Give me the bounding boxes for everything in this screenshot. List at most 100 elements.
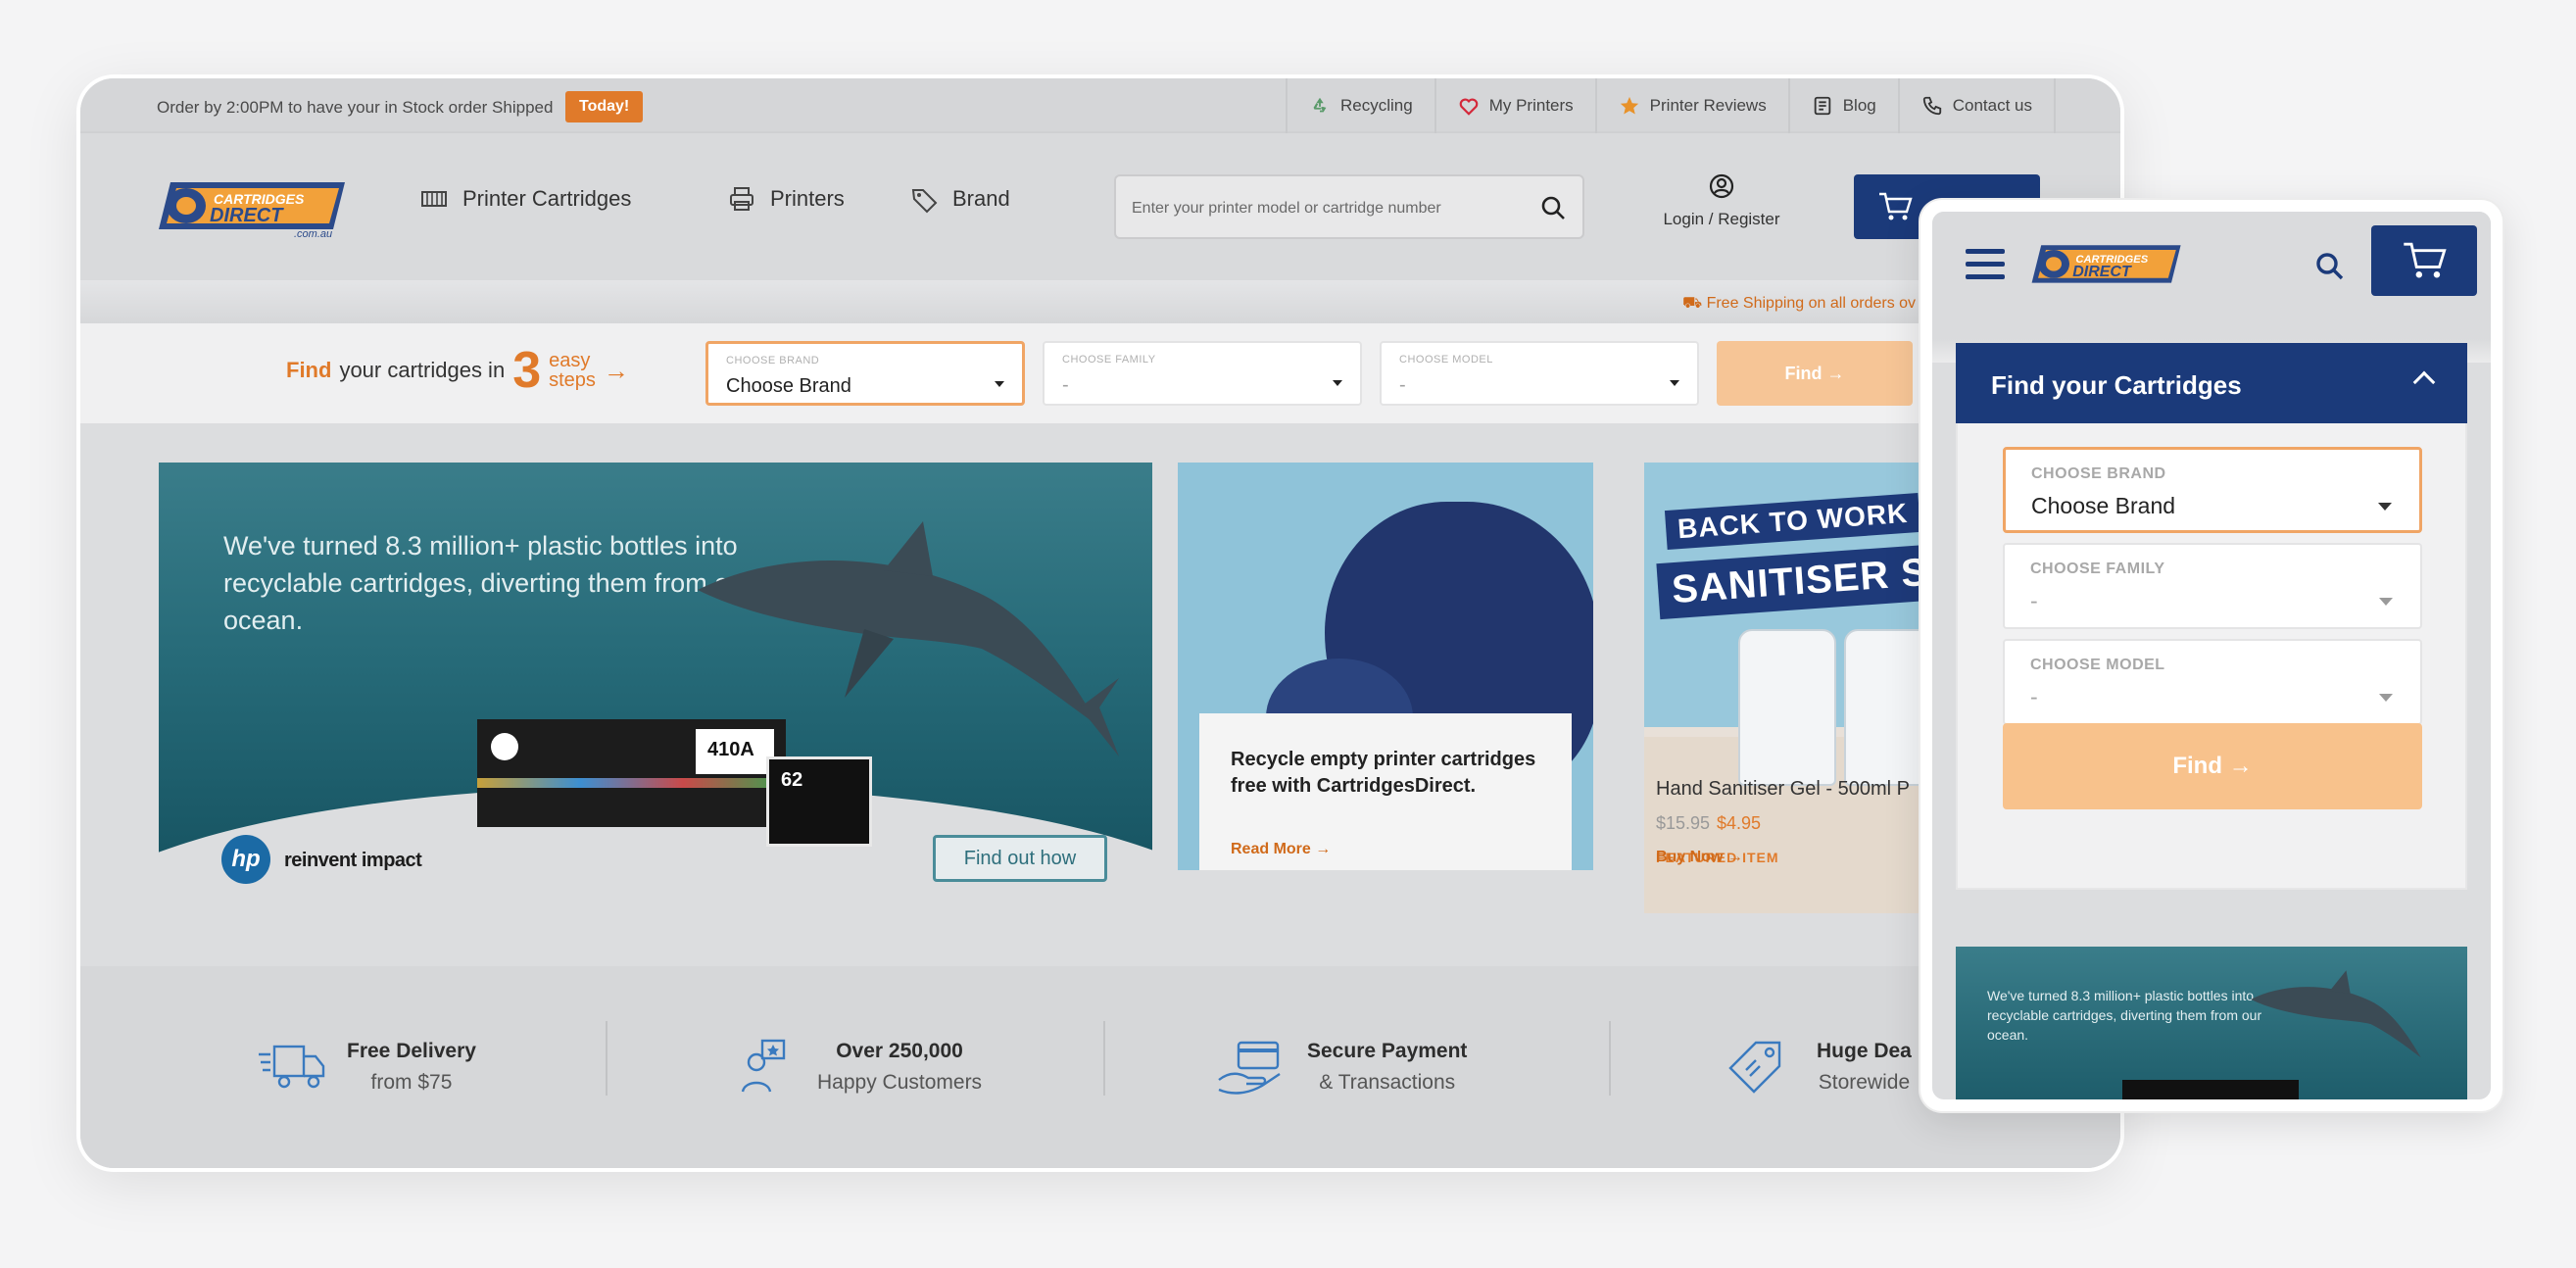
mobile-header: CARTRIDGES DIRECT: [1932, 212, 2491, 339]
hp-logo-icon: [491, 733, 518, 760]
blog-icon: [1814, 96, 1830, 116]
nav-brand[interactable]: Brand: [909, 184, 1010, 214]
nav-printer-cartridges[interactable]: Printer Cartridges: [419, 184, 631, 214]
cart-button[interactable]: [2371, 225, 2477, 296]
choose-brand-caption: CHOOSE BRAND: [726, 355, 820, 366]
search-placeholder: Enter your printer model or cartridge nu…: [1132, 200, 1441, 217]
chevron-down-icon: [1333, 380, 1342, 386]
hero-banner[interactable]: We've turned 8.3 million+ plastic bottle…: [159, 463, 1152, 905]
recycle-promo-card: Recycle empty printer cartridges free wi…: [1199, 713, 1572, 870]
search-icon[interactable]: [1539, 194, 1567, 221]
cartridge-finder: Find your cartridges in 3 easy steps → C…: [80, 323, 2120, 423]
find-button[interactable]: Find →: [1717, 341, 1913, 406]
feature-title: Over 250,000: [836, 1040, 963, 1062]
feature-free-delivery: Free Delivery from $75: [257, 966, 476, 1168]
cartridge-model-text: 410A: [707, 739, 754, 760]
find-cartridges-panel: CHOOSE BRAND Choose Brand CHOOSE FAMILY …: [1956, 423, 2467, 890]
cart-icon: [1879, 192, 1913, 220]
hp-62-cartridge-image: 62: [766, 756, 872, 847]
hp-410a-cartridge-image: 410A: [477, 719, 786, 827]
featured-item-new-price: $4.95: [1717, 813, 1762, 833]
cartridge-stripe: [477, 778, 786, 788]
choose-brand-select[interactable]: CHOOSE BRAND Choose Brand: [2003, 447, 2422, 533]
featured-item-promo[interactable]: BACK TO WORK SANITISER SA FEATURED ITEM …: [1644, 463, 1938, 913]
feature-strip: Free Delivery from $75 Over 250,000 Happy …: [80, 966, 2120, 1168]
choose-brand-select[interactable]: CHOOSE BRAND Choose Brand: [705, 341, 1025, 406]
hamburger-menu-icon[interactable]: [1966, 249, 2005, 280]
hp-logo: hp: [221, 835, 270, 884]
free-shipping-text: Free Shipping on all orders ov: [1706, 295, 1917, 312]
choose-model-select[interactable]: CHOOSE MODEL -: [1380, 341, 1699, 406]
feature-title: Free Delivery: [347, 1040, 476, 1062]
finder-easy-word: easy: [549, 350, 591, 371]
finder-find-word: Find: [286, 358, 332, 382]
recycling-link[interactable]: Recycling: [1286, 78, 1434, 133]
choose-brand-value: Choose Brand: [726, 375, 851, 397]
read-more-link[interactable]: Read More →: [1231, 841, 1331, 858]
find-cartridges-header[interactable]: Find your Cartridges: [1956, 343, 2467, 423]
choose-model-caption: CHOOSE MODEL: [2030, 657, 2165, 673]
feature-free-delivery-text: Free Delivery from $75: [347, 1040, 476, 1095]
phone-icon: [1922, 96, 1941, 116]
feature-huge-deals: Huge Dea Storewide: [1726, 966, 1912, 1168]
top-bar: Order by 2:00PM to have your in Stock or…: [80, 78, 2120, 133]
chevron-down-icon: [1670, 380, 1679, 386]
recycle-promo[interactable]: Recycle empty printer cartridges free wi…: [1178, 463, 1593, 870]
order-cutoff-text: Order by 2:00PM to have your in Stock or…: [157, 98, 554, 117]
cartridge-label: 410A: [696, 729, 774, 774]
recycle-icon: [1313, 97, 1327, 113]
buy-now-link[interactable]: Buy Now →: [1656, 849, 1743, 866]
customers-icon: [741, 1039, 786, 1093]
contact-link[interactable]: Contact us: [1897, 78, 2057, 133]
nav-printers[interactable]: Printers: [727, 184, 845, 214]
cartridge-image: [2122, 1080, 2299, 1099]
find-button[interactable]: Find →: [2003, 723, 2422, 809]
feature-subtitle: & Transactions: [1319, 1071, 1456, 1094]
search-input[interactable]: Enter your printer model or cartridge nu…: [1114, 174, 1584, 239]
find-out-how-button[interactable]: Find out how: [933, 835, 1107, 882]
choose-model-select[interactable]: CHOOSE MODEL -: [2003, 639, 2422, 725]
printer-reviews-link[interactable]: Printer Reviews: [1594, 78, 1788, 133]
feature-customers-text: Over 250,000 Happy Customers: [817, 1040, 982, 1095]
login-register-link[interactable]: Login / Register: [1648, 172, 1795, 229]
my-printers-link[interactable]: My Printers: [1434, 78, 1595, 133]
feature-huge-deals-text: Huge Dea Storewide: [1817, 1040, 1912, 1095]
chevron-down-icon: [2379, 694, 2393, 702]
my-printers-link-label: My Printers: [1488, 96, 1574, 115]
chevron-down-icon: [2379, 598, 2393, 606]
tag-icon: [911, 189, 938, 214]
site-header: CARTRIDGES DIRECT .com.au Printer Cartri…: [80, 133, 2120, 280]
finder-step-count: 3: [512, 342, 542, 399]
chevron-up-icon[interactable]: [2412, 370, 2436, 394]
finder-label: Find your cartridges in 3 easy steps →: [286, 342, 629, 399]
chevron-down-icon: [995, 381, 1004, 387]
blog-link-label: Blog: [1842, 96, 1876, 115]
finder-label-text: your cartridges in: [339, 358, 506, 382]
mobile-hero-banner[interactable]: We've turned 8.3 million+ plastic bottle…: [1956, 947, 2467, 1099]
feature-divider: [1103, 1021, 1105, 1096]
search-icon[interactable]: [2314, 251, 2346, 282]
choose-brand-value: Choose Brand: [2031, 493, 2176, 518]
choose-family-select[interactable]: CHOOSE FAMILY -: [1043, 341, 1362, 406]
mobile-preview: CARTRIDGES DIRECT Find your Cartridges C…: [1920, 200, 2503, 1111]
printer-icon: [730, 187, 753, 211]
reinvent-impact-tagline: reinvent impact: [284, 850, 422, 871]
dolphin-image: [2251, 970, 2421, 1058]
choose-family-select[interactable]: CHOOSE FAMILY -: [2003, 543, 2422, 629]
cartridges-direct-logo[interactable]: CARTRIDGES DIRECT: [2030, 237, 2187, 294]
star-icon: [1620, 96, 1638, 115]
cartridges-direct-logo[interactable]: CARTRIDGES DIRECT .com.au: [157, 172, 353, 243]
login-register-label: Login / Register: [1663, 210, 1780, 228]
feature-secure-payment: Secure Payment & Transactions: [1217, 966, 1467, 1168]
feature-divider: [606, 1021, 608, 1096]
finder-easy-steps: easy steps: [549, 351, 596, 390]
nav-printer-cartridges-label: Printer Cartridges: [462, 186, 632, 211]
blog-link[interactable]: Blog: [1787, 78, 1898, 133]
choose-family-value: -: [1062, 374, 1069, 396]
choose-family-caption: CHOOSE FAMILY: [2030, 561, 2165, 577]
feature-subtitle: Storewide: [1818, 1071, 1911, 1094]
nav-printers-label: Printers: [770, 186, 845, 211]
choose-brand-caption: CHOOSE BRAND: [2031, 465, 2166, 482]
cart-icon: [2404, 242, 2447, 278]
feature-subtitle: Happy Customers: [817, 1071, 983, 1094]
